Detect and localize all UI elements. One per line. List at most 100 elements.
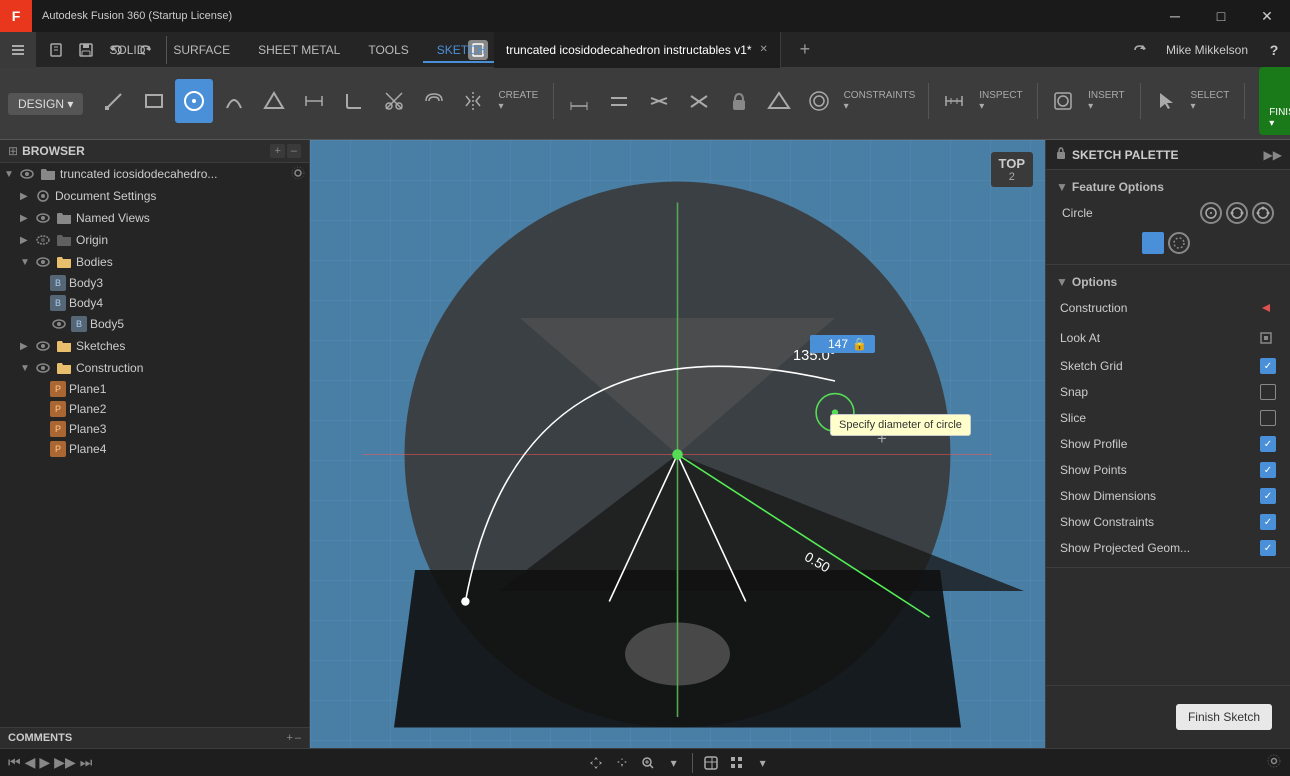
bodies-eye-icon[interactable] bbox=[34, 253, 52, 271]
show-profile-checkbox[interactable]: ✓ bbox=[1260, 436, 1276, 452]
tree-item-body5[interactable]: B Body5 bbox=[0, 313, 309, 335]
root-settings-icon[interactable] bbox=[291, 166, 305, 183]
nav-first-btn[interactable]: ⏮ bbox=[8, 754, 21, 771]
body5-eye-icon[interactable] bbox=[50, 315, 68, 333]
view-cube[interactable]: TOP 2 bbox=[991, 152, 1034, 187]
named-views-eye-icon[interactable] bbox=[34, 209, 52, 227]
diameter-input-box[interactable]: 147 🔒 bbox=[810, 335, 875, 353]
sb-grid-icon[interactable] bbox=[725, 751, 749, 775]
viewport[interactable]: 135.0° 0.50 + 147 🔒 Specify diameter of … bbox=[310, 140, 1045, 748]
trim-tool-btn[interactable] bbox=[375, 79, 413, 123]
tab-sketch[interactable]: SKETCH bbox=[423, 39, 500, 63]
sb-pan-icon[interactable] bbox=[610, 751, 634, 775]
inspect-label[interactable]: INSPECT ▾ bbox=[975, 88, 1031, 114]
lock-icon[interactable]: 🔒 bbox=[852, 337, 867, 351]
sketch-dim-btn[interactable] bbox=[560, 79, 598, 123]
circle-center-btn[interactable] bbox=[1200, 202, 1222, 224]
restore-button[interactable]: □ bbox=[1198, 0, 1244, 32]
sb-display-icon[interactable] bbox=[699, 751, 723, 775]
constraints-label[interactable]: CONSTRAINTS ▾ bbox=[840, 88, 923, 114]
tree-item-sketches[interactable]: ▶ Sketches bbox=[0, 335, 309, 357]
insert-label[interactable]: INSERT ▾ bbox=[1084, 88, 1134, 114]
measure-btn[interactable] bbox=[935, 79, 973, 123]
sb-move-icon[interactable] bbox=[584, 751, 608, 775]
quick-access-btn[interactable] bbox=[0, 32, 36, 68]
circle-tool-btn[interactable] bbox=[175, 79, 213, 123]
tree-item-named-views[interactable]: ▶ Named Views bbox=[0, 207, 309, 229]
show-points-checkbox[interactable]: ✓ bbox=[1260, 462, 1276, 478]
browser-collapse-icon[interactable]: ⊞ bbox=[8, 144, 18, 158]
nav-last-btn[interactable]: ⏭ bbox=[80, 754, 93, 771]
sb-zoom-dropdown[interactable]: ▾ bbox=[662, 751, 686, 775]
diameter-input-value[interactable]: 147 bbox=[818, 337, 848, 351]
equal-btn[interactable] bbox=[760, 79, 798, 123]
finish-sketch-toolbar-btn[interactable]: FINISH SKETCH ▾ bbox=[1259, 67, 1290, 135]
tree-item-doc-settings[interactable]: ▶ Document Settings bbox=[0, 185, 309, 207]
close-button[interactable]: ✕ bbox=[1244, 0, 1290, 32]
minimize-button[interactable]: ─ bbox=[1152, 0, 1198, 32]
active-tab[interactable]: truncated icosidodecahedron instructable… bbox=[494, 32, 781, 68]
comments-collapse-btn[interactable]: – bbox=[295, 732, 301, 744]
look-at-btn[interactable] bbox=[1256, 328, 1276, 348]
options-section-header[interactable]: ▼ Options bbox=[1046, 271, 1290, 293]
dimension-tool-btn[interactable] bbox=[295, 79, 333, 123]
nav-prev-btn[interactable]: ◀ bbox=[25, 754, 36, 771]
sb-grid-dropdown[interactable]: ▾ bbox=[751, 751, 775, 775]
tree-item-body3[interactable]: B Body3 bbox=[0, 273, 309, 293]
browser-collapse-btn[interactable]: – bbox=[287, 144, 301, 158]
show-projected-geom-checkbox[interactable]: ✓ bbox=[1260, 540, 1276, 556]
slice-checkbox[interactable] bbox=[1260, 410, 1276, 426]
show-dimensions-checkbox[interactable]: ✓ bbox=[1260, 488, 1276, 504]
lock-btn[interactable] bbox=[720, 79, 758, 123]
origin-eye-icon[interactable] bbox=[34, 231, 52, 249]
nav-next-btn[interactable]: ▶▶ bbox=[54, 754, 76, 771]
show-constraints-checkbox[interactable]: ✓ bbox=[1260, 514, 1276, 530]
insert-btn[interactable] bbox=[1044, 79, 1082, 123]
new-btn[interactable] bbox=[42, 36, 70, 64]
nav-play-btn[interactable]: ▶ bbox=[39, 754, 50, 771]
tree-item-plane3[interactable]: P Plane3 bbox=[0, 419, 309, 439]
select-label[interactable]: SELECT ▾ bbox=[1186, 88, 1238, 114]
polygon-tool-btn[interactable] bbox=[255, 79, 293, 123]
tree-item-body4[interactable]: B Body4 bbox=[0, 293, 309, 313]
finish-sketch-palette-btn[interactable]: Finish Sketch bbox=[1176, 704, 1272, 730]
tree-item-plane2[interactable]: P Plane2 bbox=[0, 399, 309, 419]
circle-2pt-btn[interactable] bbox=[1226, 202, 1248, 224]
comments-expand-btn[interactable]: + bbox=[286, 732, 292, 744]
construction-arrow-icon[interactable] bbox=[1256, 298, 1276, 318]
concentric-btn[interactable] bbox=[800, 79, 838, 123]
tangent-btn[interactable] bbox=[640, 79, 678, 123]
line-tool-btn[interactable] bbox=[95, 79, 133, 123]
snap-checkbox[interactable] bbox=[1260, 384, 1276, 400]
circle-3pt-btn[interactable] bbox=[1252, 202, 1274, 224]
palette-expand-icon[interactable]: ▶▶ bbox=[1264, 148, 1282, 162]
fillet-tool-btn[interactable] bbox=[335, 79, 373, 123]
tab-sheet-metal[interactable]: SHEET METAL bbox=[244, 39, 354, 63]
tree-item-origin[interactable]: ▶ Origin bbox=[0, 229, 309, 251]
statusbar-settings-icon[interactable] bbox=[1266, 753, 1282, 772]
root-eye-icon[interactable] bbox=[18, 165, 36, 183]
tree-item-construction[interactable]: ▼ Construction bbox=[0, 357, 309, 379]
tree-item-plane4[interactable]: P Plane4 bbox=[0, 439, 309, 459]
offset-tool-btn[interactable] bbox=[415, 79, 453, 123]
feature-options-header[interactable]: ▼ Feature Options bbox=[1046, 176, 1290, 198]
arc-tool-btn[interactable] bbox=[215, 79, 253, 123]
browser-expand-btn[interactable]: + bbox=[270, 144, 284, 158]
sketches-eye-icon[interactable] bbox=[34, 337, 52, 355]
tab-close-btn[interactable]: ✕ bbox=[760, 44, 768, 55]
tree-item-plane1[interactable]: P Plane1 bbox=[0, 379, 309, 399]
parallel-btn[interactable] bbox=[600, 79, 638, 123]
circle-filled-btn[interactable] bbox=[1142, 232, 1164, 254]
select-dropdown-btn[interactable] bbox=[1147, 79, 1185, 123]
mirror-tool-btn[interactable] bbox=[455, 79, 493, 123]
construction-eye-icon[interactable] bbox=[34, 359, 52, 377]
sb-zoom-icon[interactable] bbox=[636, 751, 660, 775]
circle-outline-btn[interactable] bbox=[1168, 232, 1190, 254]
tree-item-bodies[interactable]: ▼ Bodies bbox=[0, 251, 309, 273]
tab-solid[interactable]: SOLID bbox=[95, 39, 159, 63]
tab-surface[interactable]: SURFACE bbox=[159, 39, 244, 63]
perpendicular-btn[interactable] bbox=[680, 79, 718, 123]
rectangle-tool-btn[interactable] bbox=[135, 79, 173, 123]
create-label[interactable]: CREATE ▾ bbox=[494, 88, 547, 114]
tree-root[interactable]: ▼ truncated icosidodecahedro... bbox=[0, 163, 309, 185]
